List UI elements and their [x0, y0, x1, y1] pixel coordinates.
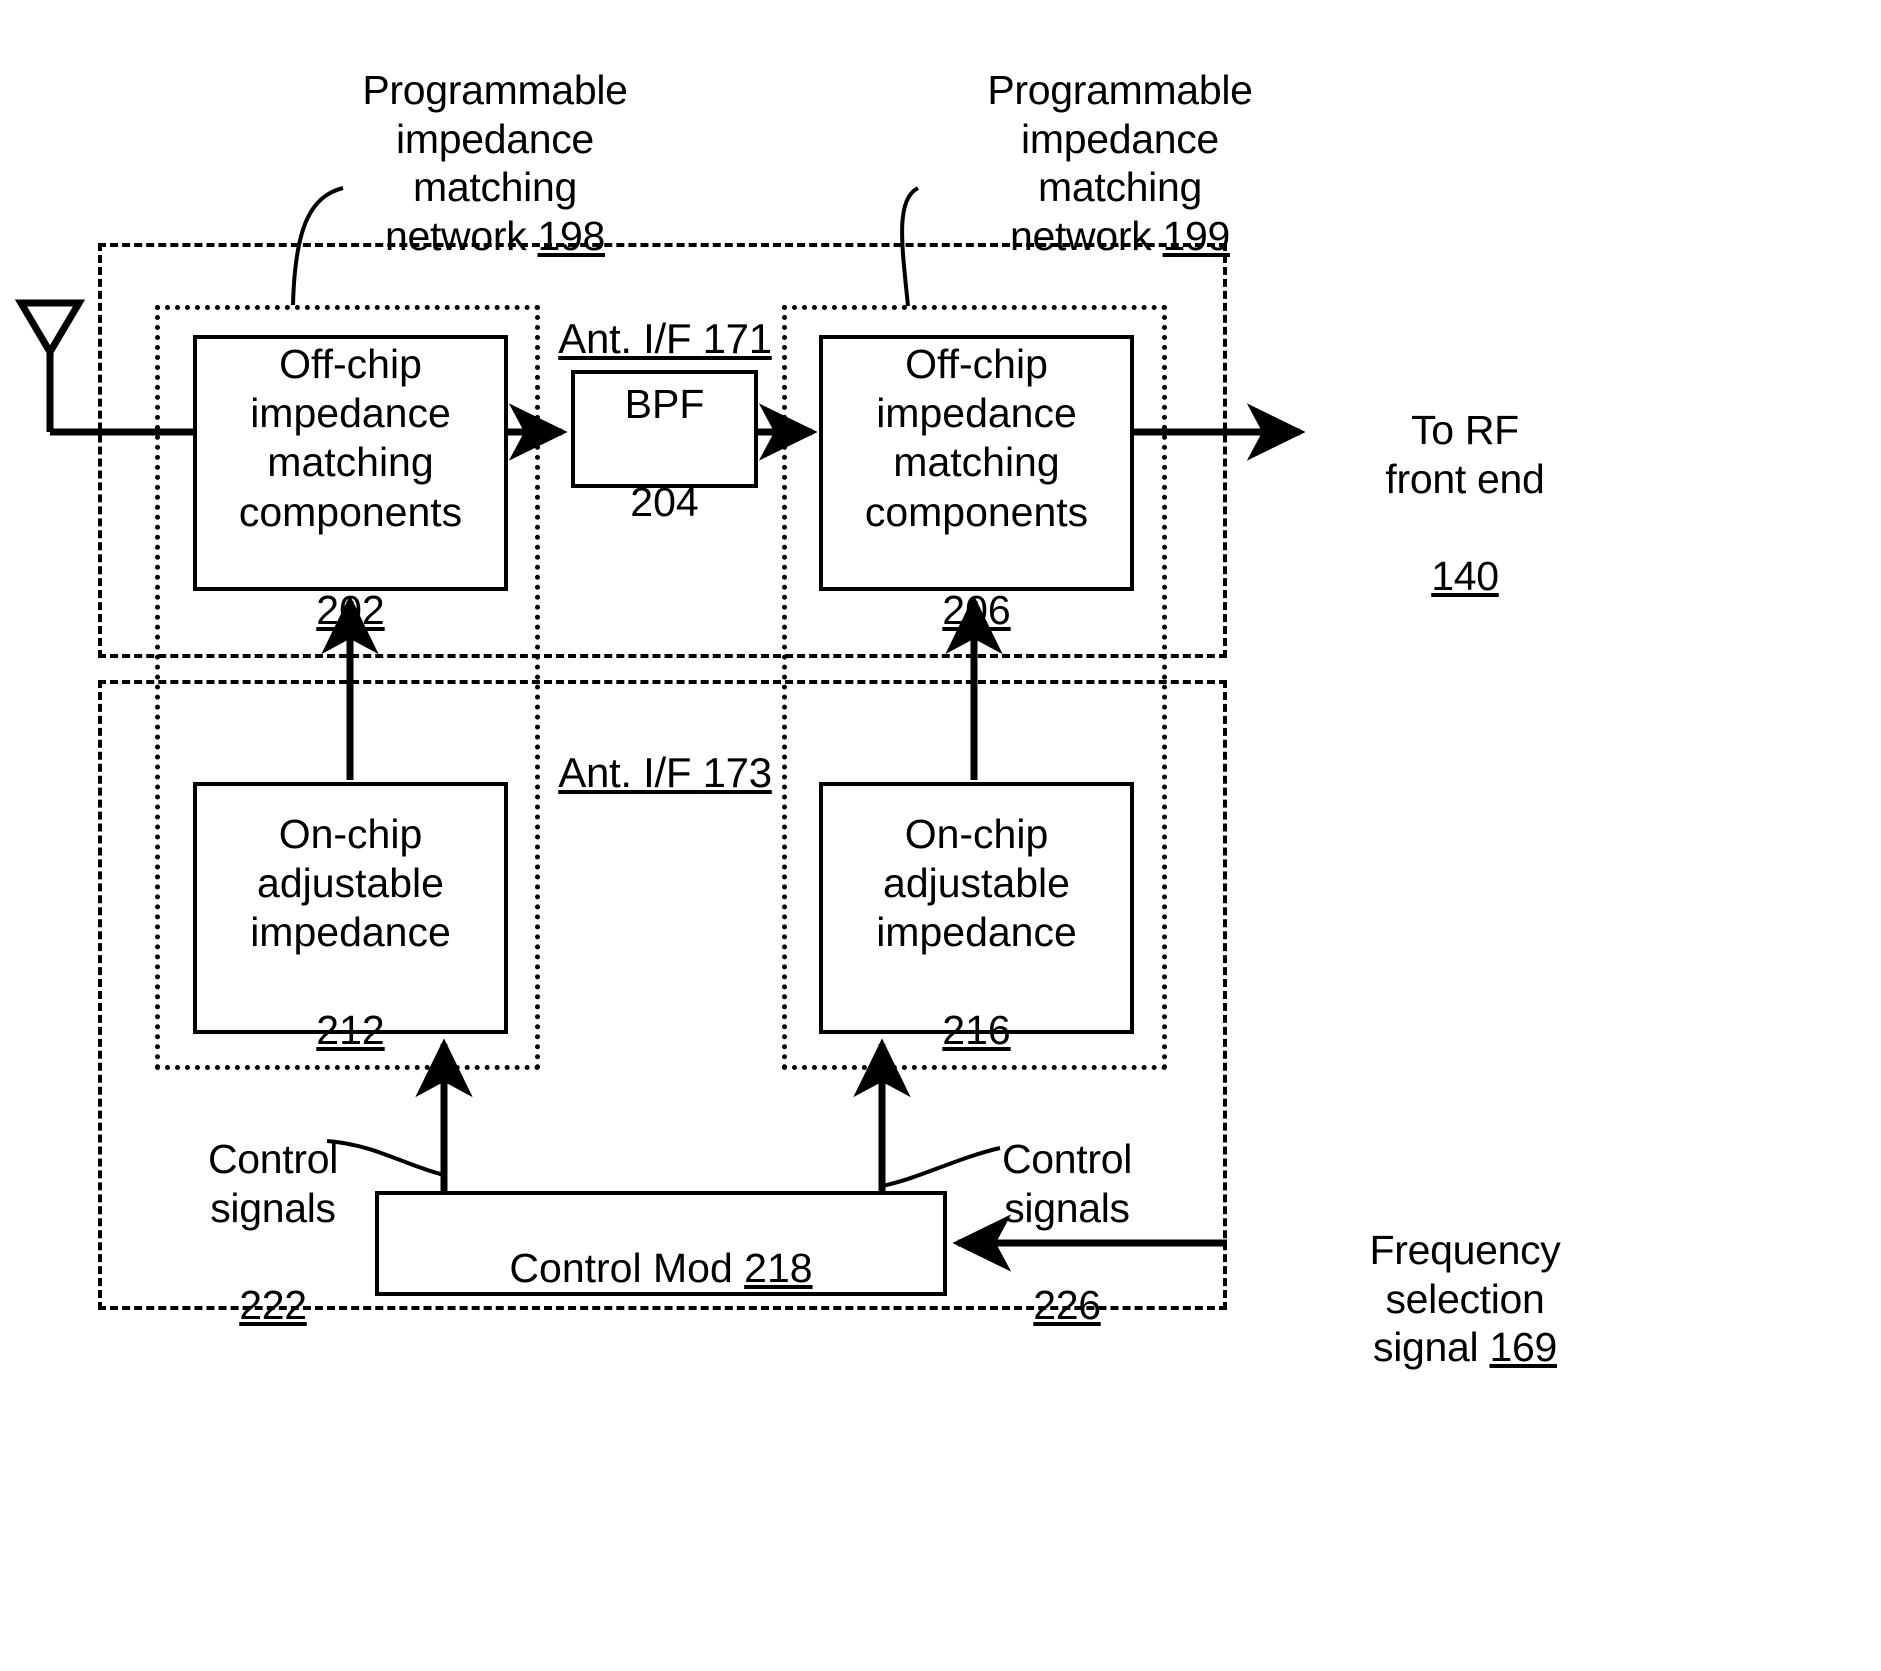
- region-label-173-ref: 173: [702, 748, 772, 796]
- block-on-chip-adjustable-impedance-212[interactable]: On-chip adjustable impedance 212: [193, 782, 508, 1053]
- block-206-ref: 206: [942, 586, 1011, 633]
- region-label-171-ref: 171: [702, 314, 772, 362]
- block-204-ref: 204: [630, 479, 699, 526]
- callout-pimn-198: Programmable impedance matching network …: [330, 18, 660, 260]
- callout-pimn-199: Programmable impedance matching network …: [955, 18, 1285, 260]
- block-204-text: BPF: [624, 380, 705, 427]
- block-bpf-204[interactable]: BPF 204: [571, 370, 758, 525]
- block-202-ref: 202: [316, 586, 385, 633]
- block-206-text: Off-chip impedance matching components: [864, 341, 1089, 535]
- annotation-control-signals-226-ref: 226: [1033, 1281, 1101, 1328]
- annotation-control-signals-226-text: Control signals: [1001, 1136, 1133, 1231]
- annotation-control-signals-222: Control signals 222: [178, 1087, 368, 1329]
- block-216-ref: 216: [942, 1007, 1011, 1054]
- block-212-ref: 212: [316, 1007, 385, 1054]
- block-on-chip-adjustable-impedance-216[interactable]: On-chip adjustable impedance 216: [819, 782, 1134, 1053]
- annotation-to-rf-front-end-text: To RF front end: [1385, 407, 1545, 502]
- annotation-control-signals-222-text: Control signals: [207, 1136, 339, 1231]
- block-control-mod-218[interactable]: Control Mod 218: [375, 1191, 947, 1296]
- annotation-to-rf-front-end: To RF front end 140: [1340, 358, 1590, 600]
- patent-figure-canvas: Programmable impedance matching network …: [0, 0, 1881, 1671]
- region-label-173-prefix: Ant. I/F: [558, 748, 703, 796]
- annotation-frequency-selection-ref: 169: [1489, 1324, 1557, 1371]
- block-202-text: Off-chip impedance matching components: [238, 341, 463, 535]
- annotation-frequency-selection-signal: Frequency selection signal 169: [1340, 1178, 1590, 1372]
- region-label-ant-if-173: Ant. I/F 173: [540, 698, 790, 797]
- annotation-control-signals-222-ref: 222: [239, 1281, 307, 1328]
- block-off-chip-impedance-matching-components-202[interactable]: Off-chip impedance matching components 2…: [193, 335, 508, 633]
- block-218-text: Control Mod: [509, 1244, 745, 1291]
- block-218-ref: 218: [744, 1244, 813, 1291]
- block-212-text: On-chip adjustable impedance: [250, 810, 451, 955]
- annotation-to-rf-front-end-ref: 140: [1431, 552, 1499, 599]
- block-216-text: On-chip adjustable impedance: [876, 810, 1077, 955]
- block-off-chip-impedance-matching-components-206[interactable]: Off-chip impedance matching components 2…: [819, 335, 1134, 633]
- annotation-control-signals-226: Control signals 226: [972, 1087, 1162, 1329]
